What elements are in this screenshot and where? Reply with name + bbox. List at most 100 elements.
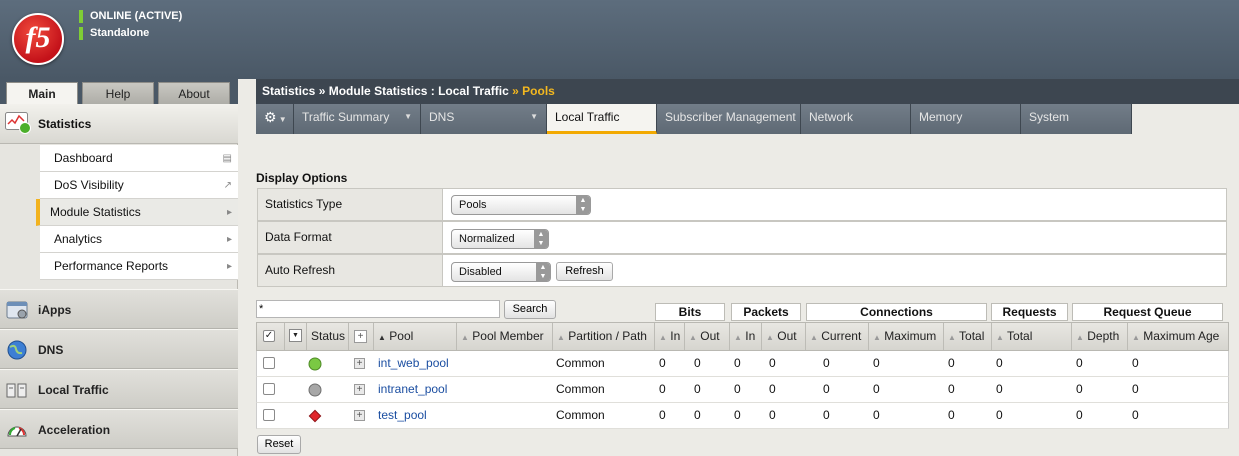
option-row-data-format: Data Format Normalized ▲ ▼ — [257, 221, 1227, 254]
stat-value-cell: 0 — [1132, 382, 1139, 396]
sidebar-tabs: Main Help About — [0, 79, 238, 105]
nav-group-local-traffic[interactable]: Local Traffic — [0, 369, 238, 409]
select-arrows-icon: ▲ ▼ — [576, 196, 590, 214]
sort-icon: ▲ — [734, 333, 742, 342]
column-queue-depth[interactable]: ▲ Depth — [1072, 323, 1128, 350]
tab-system[interactable]: System — [1021, 104, 1132, 134]
column-bits-out[interactable]: ▲ Out — [685, 323, 730, 350]
module-tab-bar: ⚙ ▼ Traffic Summary ▼ DNS ▼ Local Traffic … — [256, 104, 1132, 134]
group-header-packets: Packets — [731, 303, 801, 321]
breadcrumb-statistics[interactable]: Statistics — [262, 84, 315, 98]
stat-value-cell: 0 — [1076, 382, 1083, 396]
sort-icon: ▲ — [810, 333, 818, 342]
table-row: + test_pool Common 0 0 0 0 0 0 0 0 0 0 — [256, 403, 1229, 429]
sidebar-item-dos-visibility[interactable]: DoS Visibility ↗ — [40, 172, 238, 199]
column-label: Current — [821, 329, 862, 343]
row-checkbox[interactable] — [263, 409, 275, 421]
statistics-section-header[interactable]: Statistics — [0, 104, 238, 144]
sort-icon: ▲ — [766, 333, 774, 342]
expand-row-plus-icon[interactable]: + — [354, 358, 365, 369]
column-connections-current[interactable]: ▲ Current — [806, 323, 869, 350]
plus-icon: + — [354, 330, 367, 343]
expand-row-plus-icon[interactable]: + — [354, 384, 365, 395]
pool-name-link[interactable]: test_pool — [378, 403, 427, 428]
expand-row-plus-icon[interactable]: + — [354, 410, 365, 421]
partition-cell: Common — [556, 356, 605, 370]
group-header-request-queue: Request Queue — [1072, 303, 1223, 321]
tab-help[interactable]: Help — [82, 82, 154, 104]
breadcrumb-module-statistics[interactable]: Module Statistics : Local Traffic — [329, 84, 509, 98]
sort-icon: ▲ — [557, 333, 565, 342]
stat-value-cell: 0 — [659, 356, 666, 370]
tab-local-traffic[interactable]: Local Traffic — [547, 104, 657, 134]
column-label: In — [745, 329, 756, 343]
pool-name-link[interactable]: int_web_pool — [378, 351, 449, 376]
nav-group-label: DNS — [38, 343, 64, 357]
sort-icon: ▲ — [461, 333, 469, 342]
column-status[interactable]: Status — [307, 323, 349, 350]
search-button[interactable]: Search — [504, 300, 556, 319]
column-partition-path[interactable]: ▲ Partition / Path — [553, 323, 655, 350]
nav-group-iapps[interactable]: iApps — [0, 289, 238, 329]
statistics-type-label: Statistics Type — [258, 189, 443, 220]
chevron-down-icon: ▼ — [404, 112, 412, 121]
data-format-select[interactable]: Normalized ▲ ▼ — [451, 229, 549, 249]
column-connections-total[interactable]: ▲ Total — [944, 323, 992, 350]
chevron-right-icon: ▸ — [226, 234, 232, 245]
stat-value-cell: 0 — [948, 408, 955, 422]
nav-group-acceleration[interactable]: Acceleration — [0, 409, 238, 449]
column-connections-maximum[interactable]: ▲ Maximum — [869, 323, 944, 350]
column-requests-total[interactable]: ▲ Total — [992, 323, 1072, 350]
row-checkbox[interactable] — [263, 357, 275, 369]
tab-network[interactable]: Network — [801, 104, 911, 134]
tab-traffic-summary[interactable]: Traffic Summary ▼ — [294, 104, 421, 134]
column-packets-in[interactable]: ▲ In — [730, 323, 762, 350]
sidebar-item-label: Performance Reports — [54, 259, 169, 273]
select-all-checkbox[interactable]: ✓ — [257, 323, 285, 350]
auto-refresh-select[interactable]: Disabled ▲ ▼ — [451, 262, 551, 282]
statistics-type-select[interactable]: Pools ▲ ▼ — [451, 195, 591, 215]
search-input[interactable] — [256, 300, 500, 318]
nav-group-dns[interactable]: DNS — [0, 329, 238, 369]
row-checkbox[interactable] — [263, 383, 275, 395]
sidebar-item-performance-reports[interactable]: Performance Reports ▸ — [40, 253, 238, 280]
stat-value-cell: 0 — [948, 382, 955, 396]
tab-memory[interactable]: Memory — [911, 104, 1021, 134]
stat-value-cell: 0 — [996, 408, 1003, 422]
tab-about[interactable]: About — [158, 82, 230, 104]
column-pool[interactable]: ▲ Pool — [374, 323, 457, 350]
column-bits-in[interactable]: ▲ In — [655, 323, 685, 350]
column-pool-member[interactable]: ▲ Pool Member — [457, 323, 553, 350]
auto-refresh-label: Auto Refresh — [258, 255, 443, 286]
table-row: + intranet_pool Common 0 0 0 0 0 0 0 0 0 0 — [256, 377, 1229, 403]
reset-button[interactable]: Reset — [257, 435, 301, 454]
tab-subscriber-management[interactable]: Subscriber Management — [657, 104, 801, 134]
pool-name-link[interactable]: intranet_pool — [378, 377, 447, 402]
stat-value-cell: 0 — [659, 408, 666, 422]
column-label: Partition / Path — [568, 329, 647, 343]
select-value: Disabled — [459, 266, 502, 278]
breadcrumb: Statistics » Module Statistics : Local T… — [256, 79, 1239, 104]
column-label: Depth — [1087, 329, 1120, 343]
sidebar-item-module-statistics[interactable]: Module Statistics ▸ — [36, 199, 238, 226]
tab-dns[interactable]: DNS ▼ — [421, 104, 547, 134]
sidebar-item-dashboard[interactable]: Dashboard ▤ — [40, 145, 238, 172]
column-packets-out[interactable]: ▲ Out — [762, 323, 806, 350]
tab-main[interactable]: Main — [6, 82, 78, 105]
f5-logo[interactable]: f5 — [12, 13, 64, 65]
refresh-button[interactable]: Refresh — [556, 262, 613, 281]
stat-value-cell: 0 — [948, 356, 955, 370]
expand-all-button[interactable]: + — [349, 323, 374, 350]
chevron-down-icon: ▼ — [530, 112, 538, 121]
sort-icon: ▲ — [659, 333, 667, 342]
sidebar-item-analytics[interactable]: Analytics ▸ — [40, 226, 238, 253]
partition-cell: Common — [556, 382, 605, 396]
chevron-right-icon: ▸ — [226, 207, 232, 218]
gear-menu-button[interactable]: ⚙ ▼ — [256, 104, 294, 134]
sidebar-item-label: Analytics — [54, 232, 103, 246]
column-queue-maximum-age[interactable]: ▲ Maximum Age — [1128, 323, 1228, 350]
breadcrumb-separator: » — [512, 84, 519, 98]
status-filter-button[interactable]: ▼ — [285, 323, 307, 350]
select-arrows-icon: ▲ ▼ — [534, 230, 548, 248]
stat-value-cell: 0 — [873, 356, 880, 370]
